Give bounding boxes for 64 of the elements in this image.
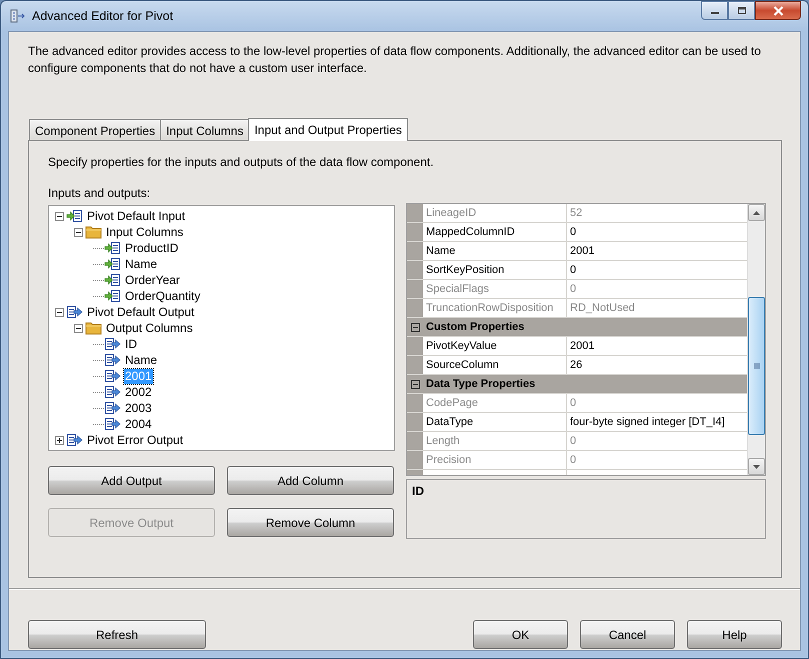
tree-label: Inputs and outputs: xyxy=(48,186,152,202)
tree-item[interactable]: ID xyxy=(124,336,138,352)
editor-icon xyxy=(10,8,26,24)
maximize-icon[interactable] xyxy=(736,6,746,15)
dialog-button[interactable]: Refresh xyxy=(28,620,206,649)
scrollbar[interactable] xyxy=(747,204,765,475)
folder-icon xyxy=(85,225,102,239)
panel-hint: Specify properties for the inputs and outputs of the data flow component. xyxy=(48,155,435,169)
description-text: The advanced editor provides access to the low-level properties of data flow components. Additionally, the advanced editor can be used to configure components that do not have a custom user interface. xyxy=(28,43,762,77)
input-column-icon xyxy=(104,273,121,287)
scroll-up-icon[interactable] xyxy=(753,210,760,214)
output-column-icon xyxy=(66,305,83,319)
output-column-icon xyxy=(104,369,121,383)
window-title: Advanced Editor for Pivot xyxy=(32,9,174,23)
tree-item[interactable]: Pivot Default Input xyxy=(86,208,186,224)
scroll-down-icon[interactable] xyxy=(753,464,760,468)
expand-icon[interactable] xyxy=(55,436,64,444)
collapse-icon[interactable] xyxy=(55,212,64,220)
tree-item[interactable]: 2004 xyxy=(124,416,153,432)
close-button[interactable] xyxy=(755,1,801,20)
tree-item[interactable]: Name xyxy=(124,352,158,368)
dialog-button[interactable]: OK xyxy=(473,620,568,649)
category-header: Custom Properties xyxy=(425,320,524,335)
tree-item[interactable]: 2003 xyxy=(124,400,153,416)
input-column-icon xyxy=(104,257,121,271)
dialog-button[interactable]: Help xyxy=(687,620,782,649)
output-column-icon xyxy=(104,385,121,399)
output-column-icon xyxy=(66,433,83,447)
property-description: ID xyxy=(412,484,424,498)
dialog-button[interactable]: Cancel xyxy=(580,620,675,649)
tree-item[interactable]: Output Columns xyxy=(105,320,194,336)
maximize-button[interactable] xyxy=(728,1,755,20)
output-column-icon xyxy=(104,417,121,431)
action-button[interactable]: Remove Column xyxy=(227,508,394,537)
tree-item[interactable]: Pivot Default Output xyxy=(86,304,196,320)
collapse-icon[interactable] xyxy=(74,228,83,236)
output-column-icon xyxy=(104,401,121,415)
tab[interactable]: Component Properties xyxy=(29,119,162,140)
collapse-icon[interactable] xyxy=(410,380,420,388)
tree-item[interactable]: Name xyxy=(124,256,158,272)
tree-item[interactable]: OrderQuantity xyxy=(124,288,202,304)
input-column-icon xyxy=(66,209,83,223)
category-header: Data Type Properties xyxy=(425,377,536,392)
output-column-icon xyxy=(104,337,121,351)
tree-item[interactable]: Input Columns xyxy=(105,224,184,240)
action-button[interactable]: Add Output xyxy=(48,466,215,495)
tree-item[interactable]: OrderYear xyxy=(124,272,181,288)
tree-item[interactable]: ProductID xyxy=(124,240,180,256)
minimize-button[interactable] xyxy=(701,1,728,20)
output-column-icon xyxy=(104,353,121,367)
folder-icon xyxy=(85,321,102,335)
tree-item[interactable]: 2002 xyxy=(124,384,153,400)
action-button[interactable]: Add Column xyxy=(227,466,394,495)
input-column-icon xyxy=(104,241,121,255)
tab[interactable]: Input Columns xyxy=(160,119,250,140)
collapse-icon[interactable] xyxy=(410,322,420,332)
input-column-icon xyxy=(104,289,121,303)
collapse-icon[interactable] xyxy=(55,308,64,316)
property-name: TruncationRowDisposition xyxy=(423,299,567,317)
collapse-icon[interactable] xyxy=(74,324,83,332)
scroll-thumb[interactable] xyxy=(748,297,765,435)
tree-item[interactable]: Pivot Error Output xyxy=(86,432,184,448)
tab[interactable]: Input and Output Properties xyxy=(248,118,408,141)
close-icon[interactable] xyxy=(772,6,784,16)
